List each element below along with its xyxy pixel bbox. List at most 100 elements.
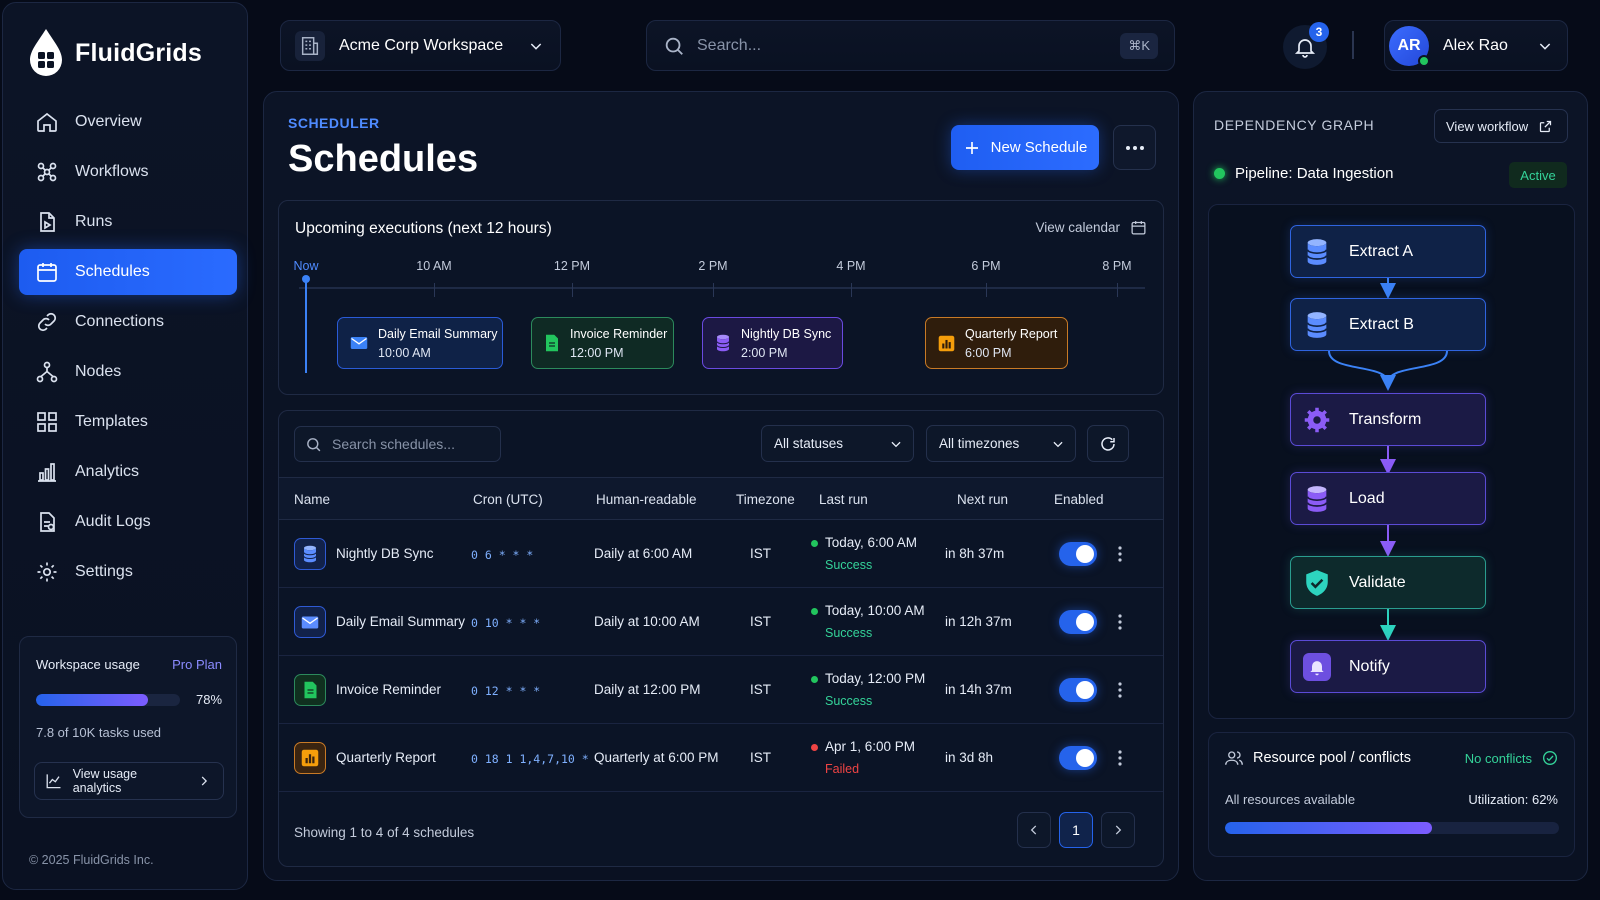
pagination-next-button[interactable] bbox=[1101, 812, 1135, 848]
sidebar-item-connections[interactable]: Connections bbox=[19, 299, 237, 345]
column-header-cron[interactable]: Cron (UTC) bbox=[473, 492, 543, 507]
column-header-last-run[interactable]: Last run bbox=[819, 492, 868, 507]
sidebar-item-settings[interactable]: Settings bbox=[19, 549, 237, 595]
pipeline-indicator: Pipeline: Data Ingestion bbox=[1214, 165, 1393, 182]
enabled-toggle[interactable] bbox=[1059, 610, 1097, 634]
last-run-time: Today, 10:00 AM bbox=[825, 603, 925, 618]
resource-pool-card: Resource pool / conflicts No conflicts A… bbox=[1208, 732, 1575, 857]
next-run: in 3d 8h bbox=[945, 750, 994, 765]
human-readable: Daily at 10:00 AM bbox=[594, 614, 700, 629]
next-run: in 8h 37m bbox=[945, 546, 1005, 561]
graph-node-transform[interactable]: Transform bbox=[1290, 393, 1486, 446]
graph-node-notify[interactable]: Notify bbox=[1290, 640, 1486, 693]
sidebar-item-templates[interactable]: Templates bbox=[19, 399, 237, 445]
chevron-right-icon bbox=[201, 776, 208, 786]
status-badge: Active bbox=[1509, 162, 1567, 188]
graph-node-load[interactable]: Load bbox=[1290, 472, 1486, 525]
sidebar-item-schedules[interactable]: Schedules bbox=[19, 249, 237, 295]
sidebar-item-nodes[interactable]: Nodes bbox=[19, 349, 237, 395]
resource-availability: All resources available bbox=[1225, 792, 1356, 807]
enabled-toggle[interactable] bbox=[1059, 542, 1097, 566]
column-header-enabled[interactable]: Enabled bbox=[1054, 492, 1104, 507]
notifications-button[interactable]: 3 bbox=[1283, 22, 1329, 69]
refresh-button[interactable] bbox=[1087, 425, 1129, 462]
view-workflow-button[interactable]: View workflow bbox=[1434, 109, 1568, 143]
timeline-event-quarterly-report[interactable]: Quarterly Report 6:00 PM bbox=[925, 317, 1068, 369]
utilization-label: Utilization: 62% bbox=[1468, 792, 1558, 807]
utilization-progress-track bbox=[1225, 822, 1559, 834]
plan-badge[interactable]: Pro Plan bbox=[172, 657, 222, 672]
column-header-human-readable[interactable]: Human-readable bbox=[596, 492, 697, 507]
pipeline-name: Pipeline: Data Ingestion bbox=[1235, 165, 1394, 182]
pagination-prev-button[interactable] bbox=[1017, 812, 1051, 848]
timeline-event-invoice-reminder[interactable]: Invoice Reminder 12:00 PM bbox=[531, 317, 674, 369]
more-vertical-icon[interactable] bbox=[1117, 614, 1123, 630]
event-time: 6:00 PM bbox=[965, 345, 1012, 360]
cron-expression: 0 10 * * * bbox=[471, 616, 541, 630]
table-row[interactable]: Daily Email Summary 0 10 * * * Daily at … bbox=[279, 588, 1163, 656]
global-search[interactable]: Search... ⌘K bbox=[646, 20, 1175, 71]
column-header-next-run[interactable]: Next run bbox=[957, 492, 1008, 507]
sidebar-item-runs[interactable]: Runs bbox=[19, 199, 237, 245]
view-calendar-link[interactable]: View calendar bbox=[1035, 219, 1147, 236]
chevron-down-icon bbox=[1053, 441, 1063, 447]
more-vertical-icon[interactable] bbox=[1117, 682, 1123, 698]
view-calendar-label: View calendar bbox=[1035, 220, 1120, 235]
more-vertical-icon[interactable] bbox=[1117, 750, 1123, 766]
database-icon bbox=[1303, 238, 1331, 266]
mail-icon bbox=[294, 606, 326, 638]
chevron-down-icon bbox=[891, 441, 901, 447]
timeline-event-nightly-db-sync[interactable]: Nightly DB Sync 2:00 PM bbox=[702, 317, 843, 369]
more-options-button[interactable] bbox=[1113, 125, 1156, 170]
more-vertical-icon[interactable] bbox=[1117, 546, 1123, 562]
search-icon bbox=[307, 437, 321, 451]
table-row[interactable]: Invoice Reminder 0 12 * * * Daily at 12:… bbox=[279, 656, 1163, 724]
usage-title: Workspace usage bbox=[36, 657, 140, 672]
column-header-timezone[interactable]: Timezone bbox=[736, 492, 795, 507]
sidebar-item-overview[interactable]: Overview bbox=[19, 99, 237, 145]
user-menu[interactable]: AR Alex Rao bbox=[1384, 20, 1568, 71]
bar-chart-icon bbox=[938, 335, 955, 351]
timeline-event-daily-email-summary[interactable]: Daily Email Summary 10:00 AM bbox=[337, 317, 503, 369]
enabled-toggle[interactable] bbox=[1059, 746, 1097, 770]
sidebar-item-analytics[interactable]: Analytics bbox=[19, 449, 237, 495]
timeline-label: 12 PM bbox=[553, 259, 591, 273]
usage-percent: 78% bbox=[196, 692, 223, 707]
timeline-tick bbox=[851, 283, 852, 297]
column-header-name[interactable]: Name bbox=[294, 492, 330, 507]
sidebar-item-workflows[interactable]: Workflows bbox=[19, 149, 237, 195]
schedule-search-input[interactable]: Search schedules... bbox=[294, 426, 501, 462]
schedule-name[interactable]: Invoice Reminder bbox=[336, 682, 441, 697]
status-filter-select[interactable]: All statuses bbox=[761, 425, 914, 462]
timeline-title: Upcoming executions (next 12 hours) bbox=[295, 220, 552, 237]
view-usage-analytics-button[interactable]: View usage analytics bbox=[34, 762, 224, 800]
graph-node-validate[interactable]: Validate bbox=[1290, 556, 1486, 609]
event-time: 2:00 PM bbox=[741, 345, 788, 360]
workspace-switcher[interactable]: Acme Corp Workspace bbox=[280, 20, 561, 71]
schedule-name[interactable]: Quarterly Report bbox=[336, 750, 436, 765]
graph-node-extract-a[interactable]: Extract A bbox=[1290, 225, 1486, 278]
node-label: Transform bbox=[1349, 410, 1422, 428]
sidebar-item-label: Audit Logs bbox=[75, 513, 151, 530]
event-name: Quarterly Report bbox=[965, 326, 1058, 341]
new-schedule-button[interactable]: New Schedule bbox=[951, 125, 1099, 170]
timezone-filter-select[interactable]: All timezones bbox=[926, 425, 1076, 462]
pagination-page-button[interactable]: 1 bbox=[1059, 812, 1093, 848]
search-input[interactable]: Search... bbox=[697, 37, 761, 55]
graph-node-extract-b[interactable]: Extract B bbox=[1290, 298, 1486, 351]
enabled-toggle[interactable] bbox=[1059, 678, 1097, 702]
schedule-name[interactable]: Daily Email Summary bbox=[336, 614, 465, 629]
sidebar-nav: Overview Workflows Runs Schedules Connec… bbox=[19, 99, 237, 599]
search-shortcut: ⌘K bbox=[1120, 32, 1158, 59]
new-schedule-label: New Schedule bbox=[990, 139, 1088, 156]
human-readable: Daily at 12:00 PM bbox=[594, 682, 701, 697]
last-run: Apr 1, 6:00 PM bbox=[811, 739, 915, 754]
table-row[interactable]: Nightly DB Sync 0 6 * * * Daily at 6:00 … bbox=[279, 520, 1163, 588]
table-row[interactable]: Quarterly Report 0 18 1 1,4,7,10 * Quart… bbox=[279, 724, 1163, 792]
sidebar-item-audit-logs[interactable]: Audit Logs bbox=[19, 499, 237, 545]
schedule-name[interactable]: Nightly DB Sync bbox=[336, 546, 434, 561]
workspace-name: Acme Corp Workspace bbox=[339, 36, 504, 54]
brand[interactable]: FluidGrids bbox=[27, 27, 202, 79]
status-filter-value: All statuses bbox=[774, 436, 844, 451]
document-icon bbox=[294, 674, 326, 706]
